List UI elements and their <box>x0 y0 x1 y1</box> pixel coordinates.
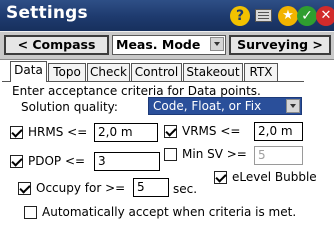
page-title: Settings <box>6 3 88 23</box>
compass-button[interactable]: < Compass <box>4 35 109 55</box>
keyboard-icon[interactable] <box>255 9 272 22</box>
min-sv-input[interactable]: 5 <box>254 146 303 165</box>
instruction-text: Enter acceptance criteria for Data point… <box>12 84 261 98</box>
auto-accept-checkbox[interactable] <box>24 206 37 219</box>
vrms-label: VRMS <= <box>182 124 241 138</box>
occupy-input[interactable]: 5 <box>133 178 169 197</box>
auto-accept-label: Automatically accept when criteria is me… <box>42 205 297 219</box>
solution-quality-select[interactable]: Code, Float, or Fix <box>148 97 302 115</box>
tab-stakeout[interactable]: Stakeout <box>183 63 243 81</box>
tab-strip-line <box>2 81 304 82</box>
occupy-unit: sec. <box>173 182 198 196</box>
solution-quality-label: Solution quality: <box>21 100 118 114</box>
help-icon[interactable]: ? <box>230 6 250 26</box>
surveying-button[interactable]: Surveying > <box>229 35 331 55</box>
hrms-input[interactable]: 2,0 m <box>94 123 158 142</box>
mode-select-label: Meas. Mode <box>116 37 201 52</box>
tab-control[interactable]: Control <box>131 63 182 81</box>
min-sv-label: Min SV >= <box>182 147 247 161</box>
close-icon[interactable]: ✕ <box>316 6 334 26</box>
hrms-label: HRMS <= <box>28 125 88 139</box>
solution-quality-value: Code, Float, or Fix <box>153 99 262 113</box>
pdop-label: PDOP <= <box>28 154 86 168</box>
favorites-star-icon[interactable]: ★ <box>278 6 298 26</box>
tab-rtx[interactable]: RTX <box>244 63 278 81</box>
tab-data[interactable]: Data <box>10 61 47 82</box>
elevel-bubble-label: eLevel Bubble <box>232 170 317 184</box>
occupy-label: Occupy for >= <box>36 181 126 195</box>
vrms-input[interactable]: 2,0 m <box>254 122 303 141</box>
min-sv-checkbox[interactable] <box>164 148 177 161</box>
occupy-checkbox[interactable] <box>18 182 31 195</box>
chevron-down-icon <box>210 37 224 51</box>
elevel-bubble-checkbox[interactable] <box>214 171 227 184</box>
pdop-checkbox[interactable] <box>10 155 23 168</box>
tab-topo[interactable]: Topo <box>48 63 86 81</box>
vrms-checkbox[interactable] <box>164 125 177 138</box>
tab-check[interactable]: Check <box>87 63 130 81</box>
ok-check-icon[interactable]: ✓ <box>297 6 317 26</box>
measurement-mode-select[interactable]: Meas. Mode <box>112 35 226 55</box>
hrms-checkbox[interactable] <box>10 126 23 139</box>
chevron-down-icon <box>286 99 300 113</box>
pdop-input[interactable]: 3 <box>94 152 160 171</box>
